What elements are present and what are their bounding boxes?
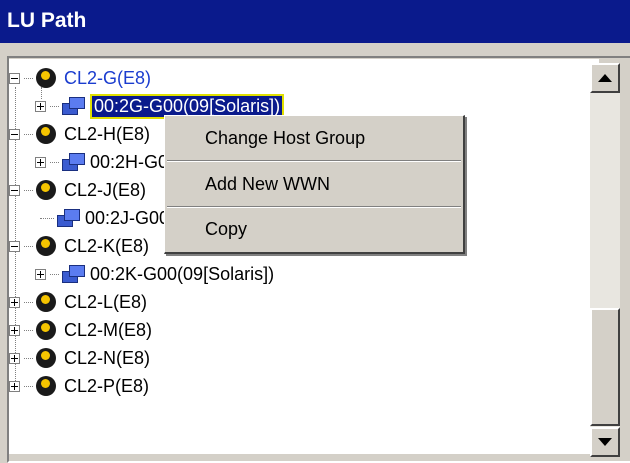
menu-item-label: Change Host Group bbox=[205, 127, 366, 148]
host-group-icon bbox=[62, 97, 85, 115]
port-icon bbox=[36, 292, 56, 312]
scroll-up-button[interactable] bbox=[590, 63, 620, 93]
tree-branch-line bbox=[40, 217, 54, 219]
tree-node-port[interactable]: CL2-L(E8) bbox=[9, 288, 147, 316]
port-icon bbox=[36, 376, 56, 396]
menu-item-copy[interactable]: Copy bbox=[165, 208, 461, 250]
tree-branch-line bbox=[24, 133, 33, 135]
host-group-icon bbox=[62, 265, 85, 283]
tree-node-label: CL2-H(E8) bbox=[64, 123, 151, 144]
minus-box-icon[interactable] bbox=[9, 72, 20, 84]
arrow-down-icon bbox=[598, 438, 612, 446]
tree-branch-line bbox=[24, 301, 33, 303]
tree-node-port[interactable]: CL2-P(E8) bbox=[9, 372, 149, 400]
plus-box-icon[interactable] bbox=[9, 352, 20, 364]
menu-item-add-new-wwn[interactable]: Add New WWN bbox=[165, 162, 461, 206]
tree-branch-line bbox=[24, 245, 33, 247]
window-title-bar: LU Path bbox=[0, 0, 630, 43]
tree-branch-line bbox=[50, 161, 59, 163]
tree-node-host-group[interactable]: 00:2K-G00(09[Solaris]) bbox=[35, 260, 274, 288]
tree-node-port[interactable]: CL2-M(E8) bbox=[9, 316, 152, 344]
menu-item-label: Copy bbox=[205, 218, 248, 239]
scrollbar-thumb[interactable] bbox=[590, 308, 620, 426]
plus-box-icon[interactable] bbox=[35, 268, 46, 280]
tree-branch-line bbox=[24, 329, 33, 331]
plus-box-icon[interactable] bbox=[35, 156, 46, 168]
tree-node-label: CL2-M(E8) bbox=[64, 319, 153, 340]
host-group-icon bbox=[62, 153, 85, 171]
tree-branch-line bbox=[24, 385, 33, 387]
tree-node-label: CL2-L(E8) bbox=[64, 291, 148, 312]
tree-node-label: CL2-G(E8) bbox=[64, 67, 152, 88]
tree-node-port[interactable]: CL2-G(E8) bbox=[9, 64, 151, 92]
tree-node-label: 00:2K-G00(09[Solaris]) bbox=[90, 263, 275, 284]
window-title: LU Path bbox=[7, 9, 87, 32]
tree-node-port[interactable]: CL2-K(E8) bbox=[9, 232, 149, 260]
tree-node-label: CL2-N(E8) bbox=[64, 347, 151, 368]
vertical-scrollbar[interactable] bbox=[590, 63, 620, 457]
plus-box-icon[interactable] bbox=[35, 100, 46, 112]
menu-item-change-host-group[interactable]: Change Host Group bbox=[165, 116, 461, 160]
tree-node-label: CL2-J(E8) bbox=[64, 179, 147, 200]
plus-box-icon[interactable] bbox=[9, 380, 20, 392]
tree-node-label: CL2-K(E8) bbox=[64, 235, 150, 256]
tree-branch-line bbox=[50, 273, 59, 275]
plus-box-icon[interactable] bbox=[9, 296, 20, 308]
tree-branch-line bbox=[24, 357, 33, 359]
port-icon bbox=[36, 124, 56, 144]
tree-node-port[interactable]: CL2-J(E8) bbox=[9, 176, 146, 204]
port-icon bbox=[36, 180, 56, 200]
menu-item-label: Add New WWN bbox=[205, 173, 331, 194]
tree-node-port[interactable]: CL2-H(E8) bbox=[9, 120, 150, 148]
host-group-icon bbox=[57, 209, 80, 227]
minus-box-icon[interactable] bbox=[9, 240, 20, 252]
tree-node-port[interactable]: CL2-N(E8) bbox=[9, 344, 150, 372]
arrow-up-icon bbox=[598, 74, 612, 82]
tree-node-label: CL2-P(E8) bbox=[64, 375, 150, 396]
context-menu: Change Host Group Add New WWN Copy bbox=[164, 115, 465, 254]
tree-branch-line bbox=[24, 189, 33, 191]
port-icon bbox=[36, 348, 56, 368]
port-icon bbox=[36, 68, 56, 88]
tree-branch-line bbox=[50, 105, 59, 107]
tree-branch-line bbox=[24, 77, 33, 79]
minus-box-icon[interactable] bbox=[9, 128, 20, 140]
port-icon bbox=[36, 320, 56, 340]
scroll-down-button[interactable] bbox=[590, 427, 620, 457]
plus-box-icon[interactable] bbox=[9, 324, 20, 336]
minus-box-icon[interactable] bbox=[9, 184, 20, 196]
port-icon bbox=[36, 236, 56, 256]
